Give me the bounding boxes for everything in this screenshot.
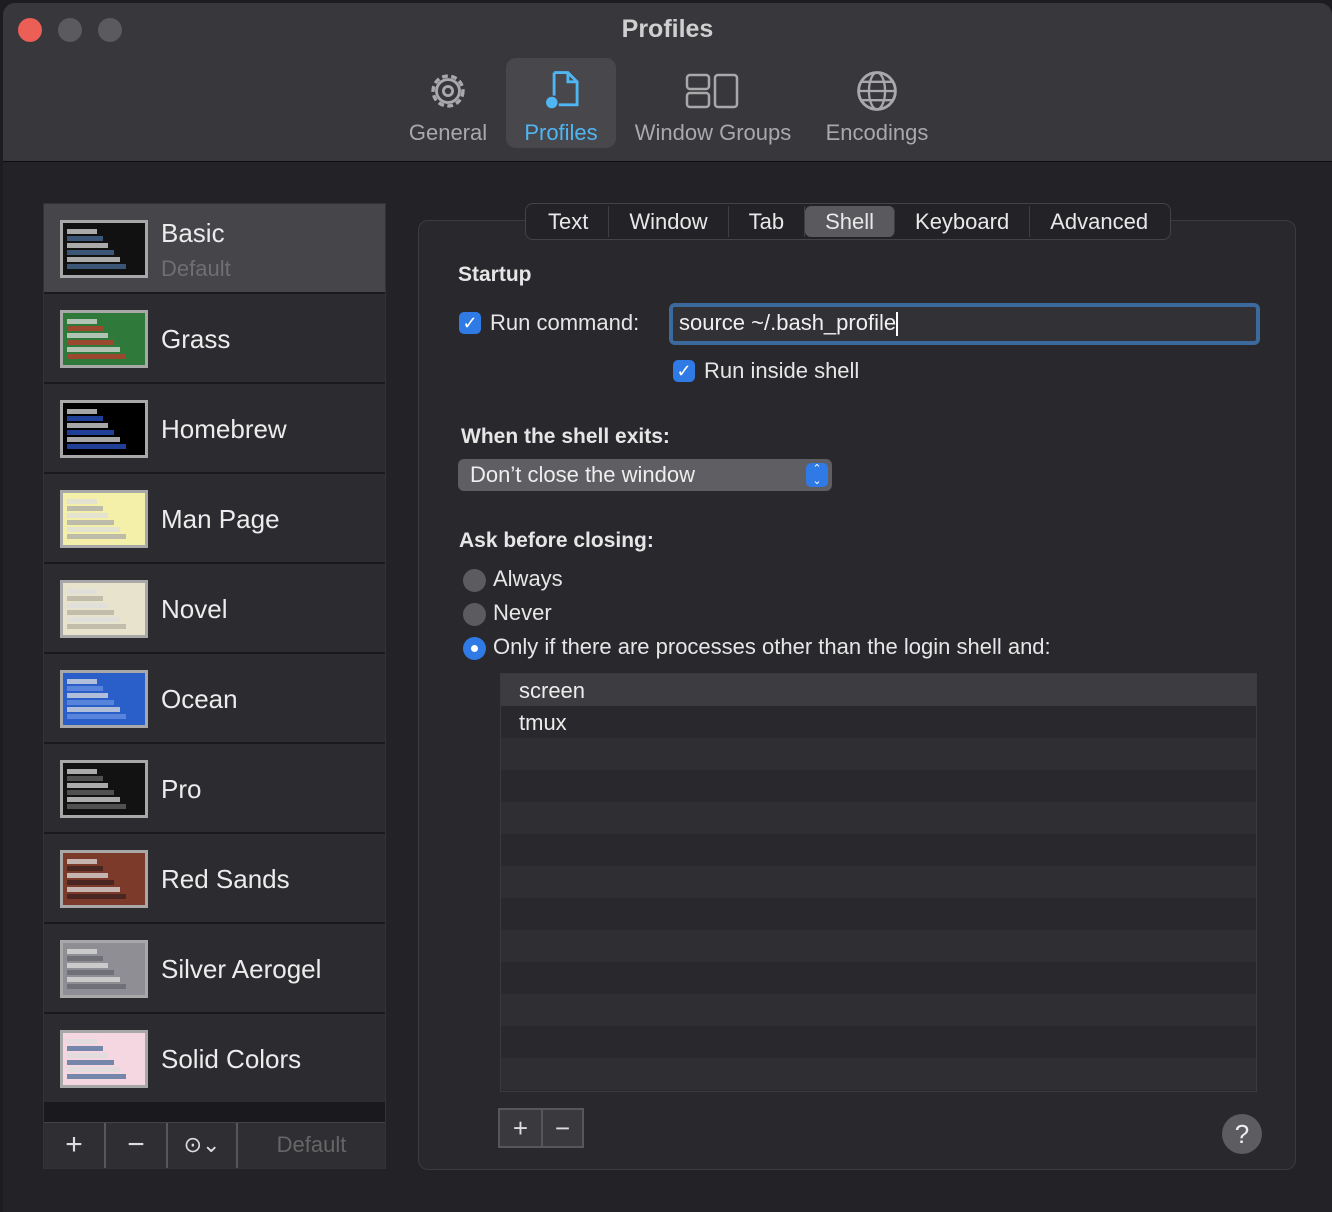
toolbar-label: General [408,120,488,145]
process-row[interactable]: screen [501,674,1256,706]
tab-shell[interactable]: Shell [805,206,896,237]
radio-only-if-processes-label: Only if there are processes other than t… [493,634,1051,659]
profile-list[interactable]: Basic Default Grass Homebrew Man Page Nov… [43,203,386,1169]
process-list[interactable]: screen tmux [500,673,1257,1092]
toolbar-window-groups[interactable]: Window Groups [625,58,801,148]
radio-never[interactable] [463,603,486,626]
run-inside-shell-checkbox[interactable]: ✓ [673,360,695,382]
profile-item[interactable]: Red Sands [44,834,385,922]
profile-name: Solid Colors [161,1044,302,1074]
tab-keyboard[interactable]: Keyboard [895,206,1031,237]
empty-row[interactable] [501,898,1256,930]
run-command-input[interactable]: source ~/.bash_profile [669,303,1260,345]
profile-preview-thumbnail [60,940,148,998]
empty-row[interactable] [501,738,1256,770]
toolbar-label: Window Groups [634,120,792,145]
add-profile-button[interactable]: + [44,1123,106,1168]
profile-item[interactable]: Ocean [44,654,385,742]
empty-row[interactable] [501,770,1256,802]
profile-item[interactable]: Solid Colors [44,1014,385,1102]
globe-icon [857,71,897,111]
empty-row[interactable] [501,802,1256,834]
shell-exit-select[interactable]: Don’t close the window ⌃ ⌄ [458,459,832,491]
process-list-buttons: + − [498,1108,584,1148]
ask-heading: Ask before closing: [459,529,654,552]
run-command-value: source ~/.bash_profile [679,310,897,335]
profile-preview-thumbnail [60,760,148,818]
empty-row[interactable] [501,1058,1256,1090]
settings-tabs: Text Window Tab Shell Keyboard Advanced [525,203,1172,240]
add-process-button[interactable]: + [500,1110,541,1146]
profile-item[interactable]: Novel [44,564,385,652]
toolbar-label: Profiles [524,120,598,145]
remove-profile-button[interactable]: − [106,1123,168,1168]
profile-preview-thumbnail [60,670,148,728]
radio-never-label: Never [493,600,552,625]
profile-name: Grass [161,324,231,354]
profile-preview-thumbnail [60,1030,148,1088]
profile-list-footer: + − ⊙⌄ Default [44,1122,385,1168]
profile-name: Homebrew [161,414,287,444]
help-button[interactable]: ? [1222,1114,1262,1154]
profile-preview-thumbnail [60,220,148,278]
empty-row[interactable] [501,994,1256,1026]
profile-item[interactable]: Homebrew [44,384,385,472]
profile-item[interactable]: Silver Aerogel [44,924,385,1012]
tab-text[interactable]: Text [528,206,610,237]
profile-name: Man Page [161,504,280,534]
more-actions-button[interactable]: ⊙⌄ [168,1123,238,1168]
profile-item[interactable]: Basic Default [44,204,385,292]
profile-item[interactable]: Pro [44,744,385,832]
profile-item[interactable]: Man Page [44,474,385,562]
ellipsis-circle-icon: ⊙⌄ [183,1132,221,1157]
empty-row[interactable] [501,930,1256,962]
radio-only-if-processes[interactable] [463,637,486,660]
shell-exit-value: Don’t close the window [470,462,696,487]
empty-row[interactable] [501,834,1256,866]
run-inside-shell-label: Run inside shell [704,358,860,383]
profile-preview-thumbnail [60,400,148,458]
radio-always-label: Always [493,566,563,591]
empty-row[interactable] [501,1026,1256,1058]
profile-item[interactable]: Grass [44,294,385,382]
preferences-window: Profiles General Profiles Window Groups … [3,3,1332,1212]
profile-name: Novel [161,594,228,624]
profile-name: Red Sands [161,864,290,894]
default-button[interactable]: Default [238,1123,385,1168]
window-groups-icon [685,73,739,109]
title-bar: Profiles General Profiles Window Groups … [3,3,1332,162]
toolbar-profiles[interactable]: Profiles [506,58,616,148]
run-command-checkbox[interactable]: ✓ [459,312,481,334]
tab-window[interactable]: Window [609,206,729,237]
profile-name: Pro [161,774,202,804]
profile-name: Silver Aerogel [161,954,322,984]
exit-heading: When the shell exits: [461,425,670,448]
toolbar-general[interactable]: General [403,58,493,148]
profile-preview-thumbnail [60,310,148,368]
empty-row[interactable] [501,962,1256,994]
profile-name: Ocean [161,684,238,714]
toolbar-label: Encodings [825,120,929,145]
chevron-up-down-icon: ⌃ ⌄ [806,463,828,487]
radio-always[interactable] [463,569,486,592]
window-title: Profiles [621,15,714,43]
tab-tab[interactable]: Tab [729,206,806,237]
process-row[interactable]: tmux [501,706,1256,738]
run-command-label: Run command: [490,310,640,335]
empty-row[interactable] [501,866,1256,898]
profile-default-label: Default [161,256,231,281]
remove-process-button[interactable]: − [541,1110,582,1146]
startup-heading: Startup [458,263,532,286]
profile-preview-thumbnail [60,580,148,638]
gear-icon [431,74,465,108]
tab-advanced[interactable]: Advanced [1030,206,1168,237]
profile-preview-thumbnail [60,850,148,908]
toolbar-encodings[interactable]: Encodings [815,58,939,148]
profile-preview-thumbnail [60,490,148,548]
profile-document-icon [546,71,579,109]
profile-name: Basic [161,218,225,248]
